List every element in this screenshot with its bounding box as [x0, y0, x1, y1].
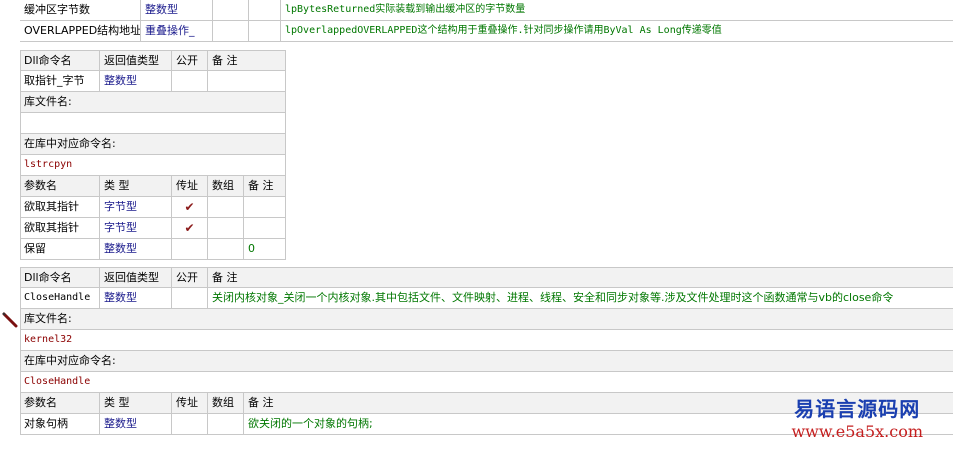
lib-label: 库文件名: [20, 92, 286, 113]
cmd-value[interactable]: lstrcpyn [20, 155, 286, 176]
table-left-border [20, 50, 21, 260]
param-array-cell[interactable] [208, 197, 244, 218]
param-type-cell[interactable]: 整数型 [100, 414, 172, 435]
param-header-name: 参数名 [20, 393, 100, 414]
lib-label: 库文件名: [20, 309, 953, 330]
param-name-cell[interactable]: 缓冲区字节数 [20, 0, 141, 21]
param-header-type: 类 型 [100, 393, 172, 414]
param-header-array: 数组 [208, 176, 244, 197]
dll-header-note: 备 注 [208, 50, 286, 71]
dll-header-note: 备 注 [208, 267, 953, 288]
param-type-cell[interactable]: 整数型 [141, 0, 213, 21]
watermark: 易语言源码网 www.e5a5x.com [791, 393, 923, 441]
param-array-cell[interactable] [249, 21, 281, 42]
dll-note-cell[interactable] [208, 71, 286, 92]
byref-check-icon[interactable]: ✔ [172, 197, 208, 218]
param-byref-cell[interactable] [172, 414, 208, 435]
param-note-cell[interactable]: lpOverlappedOVERLAPPED这个结构用于重叠操作.针对同步操作请… [281, 21, 953, 42]
param-byref-cell[interactable] [213, 0, 249, 21]
cmd-value[interactable]: CloseHandle [20, 372, 953, 393]
param-note-cell[interactable]: lpBytesReturned实际装载到输出缓冲区的字节数量 [281, 0, 953, 21]
param-name-cell[interactable]: 保留 [20, 239, 100, 260]
dll-header-public: 公开 [172, 267, 208, 288]
dll-header-name: Dll命令名 [20, 267, 100, 288]
dll-public-cell[interactable] [172, 71, 208, 92]
dll-ret-cell[interactable]: 整数型 [100, 71, 172, 92]
param-byref-cell[interactable] [172, 239, 208, 260]
param-type-cell[interactable]: 整数型 [100, 239, 172, 260]
param-name-cell[interactable]: OVERLAPPED结构地址 [20, 21, 141, 42]
dll-header-ret: 返回值类型 [100, 50, 172, 71]
lib-value[interactable] [20, 113, 286, 134]
param-header-array: 数组 [208, 393, 244, 414]
param-header-note: 备 注 [244, 176, 286, 197]
param-type-cell[interactable]: 重叠操作_ [141, 21, 213, 42]
dll-header-name: Dll命令名 [20, 50, 100, 71]
dll-ret-cell[interactable]: 整数型 [100, 288, 172, 309]
cmd-label: 在库中对应命令名: [20, 351, 953, 372]
param-header-byref: 传址 [172, 393, 208, 414]
dll-header-public: 公开 [172, 50, 208, 71]
param-note-cell[interactable] [244, 218, 286, 239]
param-array-cell[interactable] [249, 0, 281, 21]
param-type-cell[interactable]: 字节型 [100, 218, 172, 239]
param-name-cell[interactable]: 对象句柄 [20, 414, 100, 435]
param-name-cell[interactable]: 欲取其指针 [20, 197, 100, 218]
param-type-cell[interactable]: 字节型 [100, 197, 172, 218]
dll-note-cell[interactable]: 关闭内核对象_关闭一个内核对象.其中包括文件、文件映射、进程、线程、安全和同步对… [208, 288, 953, 309]
dll-header-ret: 返回值类型 [100, 267, 172, 288]
cmd-label: 在库中对应命令名: [20, 134, 286, 155]
param-array-cell[interactable] [208, 218, 244, 239]
dll-name-cell[interactable]: 取指针_字节 [20, 71, 100, 92]
param-name-cell[interactable]: 欲取其指针 [20, 218, 100, 239]
param-header-byref: 传址 [172, 176, 208, 197]
param-array-cell[interactable] [208, 239, 244, 260]
param-note-cell[interactable]: 0 [244, 239, 286, 260]
table-left-border [20, 267, 21, 435]
watermark-url: www.e5a5x.com [791, 422, 923, 441]
param-array-cell[interactable] [208, 414, 244, 435]
param-byref-cell[interactable] [213, 21, 249, 42]
pencil-icon [2, 312, 18, 328]
dll-public-cell[interactable] [172, 288, 208, 309]
param-header-name: 参数名 [20, 176, 100, 197]
dll-name-cell[interactable]: CloseHandle [20, 288, 100, 309]
lib-value[interactable]: kernel32 [20, 330, 953, 351]
param-header-type: 类 型 [100, 176, 172, 197]
param-note-cell[interactable] [244, 197, 286, 218]
byref-check-icon[interactable]: ✔ [172, 218, 208, 239]
watermark-title: 易语言源码网 [794, 397, 921, 421]
